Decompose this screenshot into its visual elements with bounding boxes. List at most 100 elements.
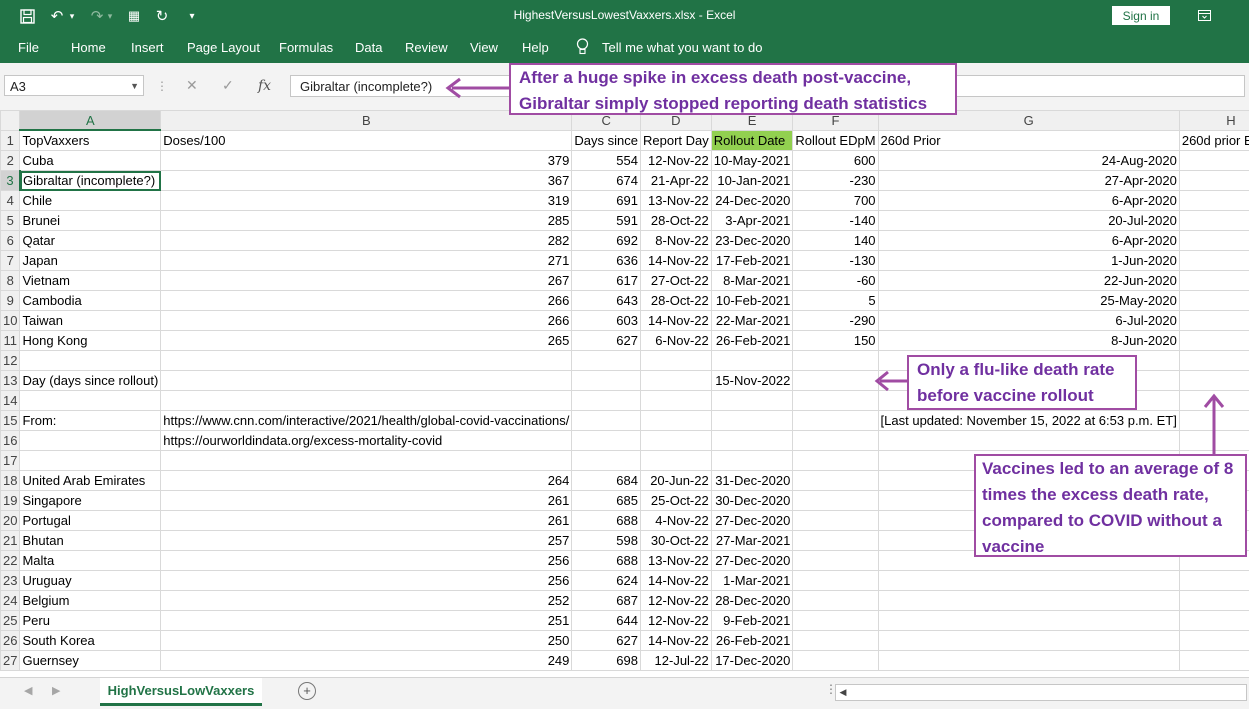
cell-g27[interactable] [878,651,1179,671]
cell-b19[interactable]: 261 [161,491,572,511]
cell-e6[interactable]: 23-Dec-2020 [711,231,793,251]
cell-c5[interactable]: 591 [572,211,641,231]
cell-g1[interactable]: 260d Prior [878,130,1179,151]
cell-c4[interactable]: 691 [572,191,641,211]
cell-d2[interactable]: 12-Nov-22 [640,151,711,171]
cancel-entry-icon[interactable]: ✕ [186,75,198,96]
row-header[interactable]: 14 [1,391,20,411]
cell-f12[interactable] [793,351,878,371]
row-header[interactable]: 1 [1,130,20,151]
row-header[interactable]: 25 [1,611,20,631]
cell-f23[interactable] [793,571,878,591]
cell-c13[interactable] [572,371,641,391]
cell-b5[interactable]: 285 [161,211,572,231]
cell-f4[interactable]: 700 [793,191,878,211]
cell-b11[interactable]: 265 [161,331,572,351]
cell-e19[interactable]: 30-Dec-2020 [711,491,793,511]
cell-e2[interactable]: 10-May-2021 [711,151,793,171]
cell-e8[interactable]: 8-Mar-2021 [711,271,793,291]
cell-c20[interactable]: 688 [572,511,641,531]
cell-d1[interactable]: Report Day [640,130,711,151]
cell-a12[interactable] [20,351,161,371]
cell-a2[interactable]: Cuba [20,151,161,171]
cell-h27[interactable] [1179,651,1249,671]
cell-a10[interactable]: Taiwan [20,311,161,331]
cell-e4[interactable]: 24-Dec-2020 [711,191,793,211]
row-header[interactable]: 18 [1,471,20,491]
cell-d17[interactable] [640,451,711,471]
row-header[interactable]: 3 [1,171,20,191]
cell-d19[interactable]: 25-Oct-22 [640,491,711,511]
cell-b18[interactable]: 264 [161,471,572,491]
refresh-icon[interactable]: ↻ [151,6,173,26]
more-options-icon[interactable]: ⋮ [156,75,168,96]
cell-f1[interactable]: Rollout EDpM [793,130,878,151]
cell-a4[interactable]: Chile [20,191,161,211]
cell-c19[interactable]: 685 [572,491,641,511]
cell-a16[interactable] [20,431,161,451]
cell-a23[interactable]: Uruguay [20,571,161,591]
previous-sheet-icon[interactable]: ◀ [24,684,32,697]
cell-a18[interactable]: United Arab Emirates [20,471,161,491]
cell-a19[interactable]: Singapore [20,491,161,511]
format-painter-icon[interactable]: ▦ [123,6,145,26]
cell-b12[interactable] [161,351,572,371]
cell-h8[interactable]: -50 [1179,271,1249,291]
cell-g11[interactable]: 8-Jun-2020 [878,331,1179,351]
cell-f10[interactable]: -290 [793,311,878,331]
cell-h3[interactable]: -160 [1179,171,1249,191]
cell-e9[interactable]: 10-Feb-2021 [711,291,793,311]
cell-h2[interactable]: -30 [1179,151,1249,171]
cell-b15[interactable]: https://www.cnn.com/interactive/2021/hea… [161,411,572,431]
cell-f3[interactable]: -230 [793,171,878,191]
tab-formulas[interactable]: Formulas [279,40,333,55]
sheet-tab[interactable]: HighVersusLowVaxxers [100,678,262,706]
cell-e10[interactable]: 22-Mar-2021 [711,311,793,331]
cell-a15[interactable]: From: [20,411,161,431]
row-header[interactable]: 7 [1,251,20,271]
cell-b26[interactable]: 250 [161,631,572,651]
cell-f22[interactable] [793,551,878,571]
next-sheet-icon[interactable]: ▶ [52,684,60,697]
cell-b24[interactable]: 252 [161,591,572,611]
cell-f7[interactable]: -130 [793,251,878,271]
row-header[interactable]: 21 [1,531,20,551]
cell-b27[interactable]: 249 [161,651,572,671]
cell-e12[interactable] [711,351,793,371]
cell-b13[interactable] [161,371,572,391]
cell-a27[interactable]: Guernsey [20,651,161,671]
cell-f17[interactable] [793,451,878,471]
cell-g26[interactable] [878,631,1179,651]
cell-d24[interactable]: 12-Nov-22 [640,591,711,611]
cell-h9[interactable]: -40 [1179,291,1249,311]
cell-h7[interactable]: -120 [1179,251,1249,271]
insert-function-icon[interactable]: fx [258,75,271,96]
cell-f8[interactable]: -60 [793,271,878,291]
cell-c16[interactable] [572,431,641,451]
add-sheet-icon[interactable]: + [298,682,316,700]
cell-f13[interactable] [793,371,878,391]
confirm-entry-icon[interactable]: ✓ [222,75,234,96]
cell-e18[interactable]: 31-Dec-2020 [711,471,793,491]
cell-e13[interactable]: 15-Nov-2022 [711,371,793,391]
cell-d4[interactable]: 13-Nov-22 [640,191,711,211]
cell-f15[interactable] [793,411,878,431]
cell-d26[interactable]: 14-Nov-22 [640,631,711,651]
name-box-dropdown-icon[interactable]: ▼ [130,76,139,97]
cell-f5[interactable]: -140 [793,211,878,231]
cell-h6[interactable]: 10 [1179,231,1249,251]
tab-home[interactable]: Home [71,40,106,55]
cell-c27[interactable]: 698 [572,651,641,671]
cell-a9[interactable]: Cambodia [20,291,161,311]
tab-file[interactable]: File [18,40,39,55]
cell-c17[interactable] [572,451,641,471]
cell-c2[interactable]: 554 [572,151,641,171]
cell-c9[interactable]: 643 [572,291,641,311]
cell-c10[interactable]: 603 [572,311,641,331]
cell-f2[interactable]: 600 [793,151,878,171]
cell-d23[interactable]: 14-Nov-22 [640,571,711,591]
cell-a11[interactable]: Hong Kong [20,331,161,351]
row-header[interactable]: 15 [1,411,20,431]
row-header[interactable]: 9 [1,291,20,311]
cell-a14[interactable] [20,391,161,411]
